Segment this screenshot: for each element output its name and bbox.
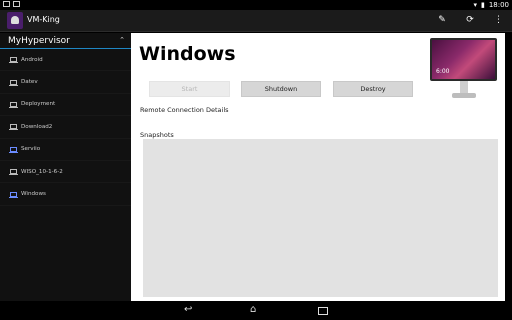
sidebar-item-label: Datev bbox=[21, 79, 38, 86]
sidebar-item-label: Android bbox=[21, 56, 43, 63]
recent-apps-icon[interactable] bbox=[318, 307, 328, 315]
destroy-button[interactable]: Destroy bbox=[333, 81, 413, 97]
sidebar-item-label: Serviio bbox=[21, 146, 41, 153]
vm-detail-panel: Windows 6:00 Start Shutdown Destroy Remo… bbox=[131, 33, 505, 301]
overflow-menu-icon[interactable]: ⋮ bbox=[494, 15, 503, 25]
laptop-icon bbox=[9, 57, 18, 64]
home-icon[interactable]: ⌂ bbox=[250, 304, 256, 315]
battery-icon: ▮ bbox=[480, 1, 485, 9]
laptop-icon bbox=[9, 124, 18, 131]
status-time: 18:00 bbox=[488, 1, 509, 9]
snapshots-label: Snapshots bbox=[140, 131, 174, 139]
laptop-icon bbox=[9, 169, 18, 176]
cat-icon bbox=[13, 1, 20, 7]
hypervisor-header[interactable]: MyHypervisor ⌃ bbox=[0, 33, 131, 49]
sidebar-item-windows[interactable]: Windows bbox=[0, 183, 131, 206]
sidebar-item-label: Download2 bbox=[21, 123, 53, 130]
refresh-icon[interactable]: ⟳ bbox=[466, 15, 474, 25]
preview-clock: 6:00 bbox=[436, 68, 450, 75]
hypervisor-name: MyHypervisor bbox=[8, 36, 70, 46]
image-icon bbox=[3, 1, 10, 7]
sidebar-item-deployment[interactable]: Deployment bbox=[0, 94, 131, 117]
laptop-icon bbox=[9, 191, 18, 198]
sidebar-item-android[interactable]: Android bbox=[0, 49, 131, 72]
laptop-icon bbox=[9, 79, 18, 86]
sidebar-item-serviio[interactable]: Serviio bbox=[0, 139, 131, 161]
vm-preview: 6:00 bbox=[430, 38, 497, 101]
navigation-bar: ↩ ⌂ bbox=[0, 301, 512, 320]
sidebar-item-datev[interactable]: Datev bbox=[0, 71, 131, 94]
sidebar-item-label: WISO_10-1-6-2 bbox=[21, 168, 63, 175]
sidebar-item-wiso[interactable]: WISO_10-1-6-2 bbox=[0, 161, 131, 184]
vm-sidebar: MyHypervisor ⌃ Android Datev Deployment … bbox=[0, 33, 131, 301]
app-logo-icon[interactable] bbox=[7, 12, 23, 29]
sidebar-item-label: Windows bbox=[21, 191, 46, 198]
sidebar-item-download2[interactable]: Download2 bbox=[0, 116, 131, 139]
status-bar: ▾ ▮ 18:00 bbox=[0, 0, 512, 10]
back-icon[interactable]: ↩ bbox=[184, 304, 192, 315]
chevron-up-icon[interactable]: ⌃ bbox=[119, 36, 125, 44]
snapshots-list[interactable] bbox=[143, 139, 498, 297]
shutdown-button[interactable]: Shutdown bbox=[241, 81, 321, 97]
laptop-icon bbox=[9, 101, 18, 108]
remote-connection-label: Remote Connection Details bbox=[140, 106, 229, 114]
action-bar: VM-King ✎ ⟳ ⋮ bbox=[0, 10, 512, 32]
vm-title: Windows bbox=[139, 43, 236, 65]
edit-icon[interactable]: ✎ bbox=[438, 15, 446, 25]
sidebar-item-label: Deployment bbox=[21, 101, 56, 108]
wifi-icon: ▾ bbox=[473, 1, 477, 9]
app-title: VM-King bbox=[27, 15, 60, 24]
start-button[interactable]: Start bbox=[149, 81, 230, 97]
laptop-icon bbox=[9, 146, 18, 153]
